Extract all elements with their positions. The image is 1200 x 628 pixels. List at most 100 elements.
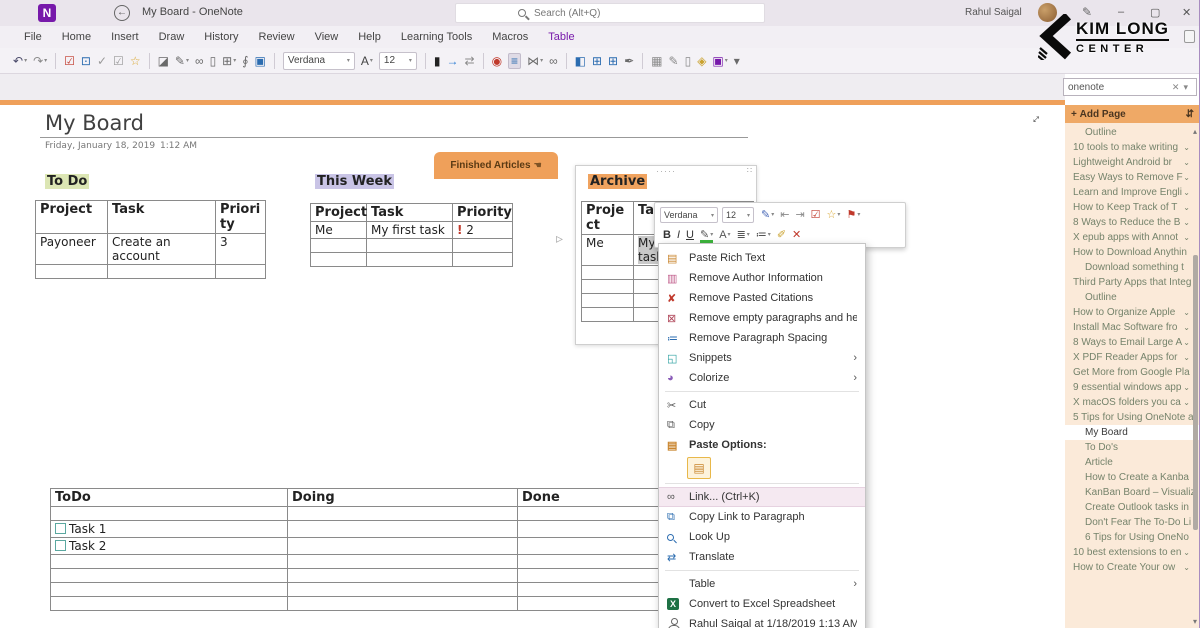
page-list-item[interactable]: How to Organize Apple⌄ — [1065, 305, 1200, 320]
expand-page-icon[interactable]: ↔ — [1025, 108, 1045, 128]
font-name-select[interactable]: Verdana▾ — [283, 52, 355, 70]
menu-item-file[interactable]: File — [14, 31, 52, 43]
undo-icon[interactable]: ↶▾ — [13, 55, 27, 67]
scroll-down-icon[interactable]: ▾ — [1193, 617, 1197, 626]
column-header[interactable]: Project — [36, 201, 108, 234]
checkbox-tag-icon[interactable]: ☑ — [113, 55, 124, 67]
context-menu-item-translate[interactable]: ⇄Translate — [659, 547, 865, 567]
clear-search-icon[interactable]: ✕ — [1172, 82, 1180, 93]
column-header[interactable]: Task — [108, 201, 216, 234]
page-list-item[interactable]: 10 tools to make writing⌄ — [1065, 140, 1200, 155]
search-box[interactable]: Search (Alt+Q) — [455, 3, 765, 23]
context-menu-item-convert-to-excel[interactable]: XConvert to Excel Spreadsheet — [659, 594, 865, 614]
context-menu-item-copy[interactable]: ⧉Copy — [659, 415, 865, 435]
close-button[interactable]: ✕ — [1182, 6, 1191, 19]
context-menu-item-link[interactable]: ∞Link... (Ctrl+K) — [659, 487, 865, 507]
table-cell[interactable] — [288, 597, 518, 611]
table-row[interactable] — [51, 583, 661, 597]
table-cell[interactable] — [108, 265, 216, 279]
table-cell[interactable] — [518, 555, 661, 569]
page-list-item[interactable]: 9 essential windows app⌄ — [1065, 380, 1200, 395]
italic-icon[interactable]: I — [677, 230, 680, 241]
table-cell[interactable]: Payoneer — [36, 234, 108, 265]
bullets-icon[interactable]: ≣▾ — [737, 230, 750, 241]
decrease-indent-icon[interactable]: ⇤ — [780, 210, 789, 221]
table-cell[interactable]: ! 2 — [453, 222, 513, 239]
font-color-icon[interactable]: A▾ — [719, 230, 730, 241]
pin-icon[interactable]: ✒ — [624, 55, 634, 67]
table-cell[interactable] — [288, 507, 518, 521]
attach-file-icon[interactable]: ∮ — [242, 55, 248, 67]
underline-icon[interactable]: U — [686, 230, 694, 241]
table-cell[interactable]: Task 2 — [51, 538, 288, 555]
table-cell[interactable] — [518, 538, 661, 555]
font-size-select[interactable]: 12▾ — [722, 207, 754, 223]
search-scope-dropdown-icon[interactable]: ▾ — [1183, 82, 1188, 93]
context-menu-item-table[interactable]: Table› — [659, 574, 865, 594]
context-menu-item-copy-link-to-paragraph[interactable]: ⧉Copy Link to Paragraph — [659, 507, 865, 527]
context-menu-item-colorize[interactable]: ◕Colorize› — [659, 368, 865, 388]
table-cell[interactable] — [288, 555, 518, 569]
add-page-header[interactable]: + Add Page ⇵ — [1065, 105, 1200, 123]
page-list-item[interactable]: How to Create Your ow⌄ — [1065, 560, 1200, 575]
pen-icon[interactable]: ✎▾ — [175, 55, 189, 67]
this-week-heading[interactable]: This Week — [315, 174, 394, 189]
task-checkbox[interactable] — [55, 540, 66, 551]
table-row[interactable] — [51, 507, 661, 521]
font-size-select[interactable]: 12▾ — [379, 52, 417, 70]
sidebar-scrollbar-thumb[interactable] — [1193, 255, 1198, 530]
menu-item-home[interactable]: Home — [52, 31, 101, 43]
redo-icon[interactable]: ↷▾ — [33, 55, 47, 67]
resize-icon[interactable]: ⇄ — [465, 55, 475, 67]
table-cell[interactable] — [36, 265, 108, 279]
table-row[interactable] — [51, 569, 661, 583]
context-menu-item-remove-paragraph-spacing[interactable]: ≔Remove Paragraph Spacing — [659, 328, 865, 348]
context-menu-item-author-stamp[interactable]: Rahul Saigal at 1/18/2019 1:13 AM — [659, 614, 865, 628]
page-list-item[interactable]: 8 Ways to Email Large A⌄ — [1065, 335, 1200, 350]
column-header[interactable]: Project — [311, 204, 367, 222]
back-icon[interactable]: ← — [114, 5, 130, 21]
table-cell[interactable] — [518, 597, 661, 611]
menu-item-history[interactable]: History — [194, 31, 248, 43]
table-cell[interactable]: My first task — [367, 222, 453, 239]
table-cell[interactable] — [288, 521, 518, 538]
sort-pages-icon[interactable]: ⇵ — [1186, 109, 1194, 120]
highlight-icon[interactable]: ✎▾ — [700, 230, 713, 241]
todo-heading[interactable]: To Do — [45, 174, 89, 189]
flag-icon[interactable]: ⚑▾ — [846, 210, 860, 221]
star-tag-icon[interactable]: ☆ — [130, 55, 141, 67]
page-list-item[interactable]: To Do's — [1065, 440, 1200, 455]
insert-table-icon[interactable]: ⊞▾ — [222, 55, 236, 67]
table-cell[interactable]: Me — [311, 222, 367, 239]
context-menu-item-cut[interactable]: ✂Cut — [659, 395, 865, 415]
page-list-item[interactable]: Don't Fear The To-Do Li — [1065, 515, 1200, 530]
table-cell[interactable] — [288, 569, 518, 583]
table-cell[interactable] — [367, 253, 453, 267]
task-checkbox[interactable] — [55, 523, 66, 534]
menu-item-view[interactable]: View — [305, 31, 349, 43]
column-header[interactable]: Priority — [216, 201, 266, 234]
page-list-item[interactable]: 8 Ways to Reduce the B⌄ — [1065, 215, 1200, 230]
format-painter-icon[interactable]: ▮ — [434, 55, 441, 67]
container-drag-handle[interactable]: ····· — [656, 166, 676, 176]
link-icon[interactable]: ∞ — [195, 55, 204, 67]
menu-item-learning-tools[interactable]: Learning Tools — [391, 31, 482, 43]
page-list-item[interactable]: X PDF Reader Apps for⌄ — [1065, 350, 1200, 365]
spacing-icon[interactable]: ⋈▾ — [527, 55, 543, 67]
menu-item-help[interactable]: Help — [348, 31, 391, 43]
table-cell[interactable] — [582, 308, 634, 322]
paragraph-marks-icon[interactable]: ≡ — [508, 53, 521, 69]
table-cell[interactable] — [51, 569, 288, 583]
page-list-item[interactable]: My Board — [1065, 425, 1200, 440]
increase-indent-icon[interactable]: ⇥ — [795, 210, 804, 221]
table-row[interactable] — [311, 239, 513, 253]
menu-item-insert[interactable]: Insert — [101, 31, 149, 43]
page-list-item[interactable]: Lightweight Android br⌄ — [1065, 155, 1200, 170]
page-list-item[interactable]: Download something t — [1065, 260, 1200, 275]
table-cell[interactable] — [216, 265, 266, 279]
note-template-icon[interactable]: ✎ — [669, 55, 679, 67]
screen-clipping-icon[interactable]: ▦ — [651, 55, 662, 67]
format-painter-icon[interactable]: ✐ — [777, 230, 786, 241]
context-menu-item-paste-options[interactable]: ▤Paste Options: — [659, 435, 865, 455]
context-menu-item-remove-pasted-citations[interactable]: ✘Remove Pasted Citations — [659, 288, 865, 308]
